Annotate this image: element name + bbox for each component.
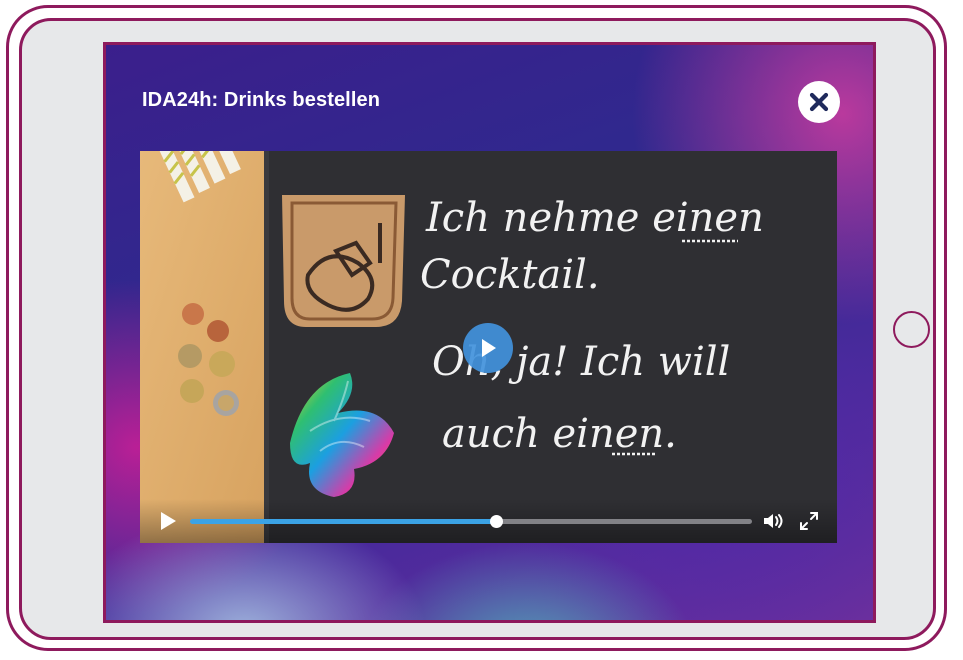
play-icon [161,512,176,530]
progress-bar[interactable] [190,515,752,528]
play-icon [482,339,496,357]
tablet-home-button [893,311,930,348]
chalk-line-1: Ich nehme einen [425,195,764,241]
video-control-bar [140,499,837,543]
video-player[interactable]: Ich nehme einen Cocktail. Oh, ja! Ich wi… [140,151,837,543]
cardboard-glass-image [282,195,405,327]
wooden-table [140,151,268,543]
volume-button[interactable] [762,511,784,531]
progress-handle[interactable] [490,515,504,528]
fullscreen-icon [800,512,818,530]
chalk-line-4: auch einen. [442,411,677,457]
close-icon [809,92,829,112]
progress-fill [190,519,497,524]
play-button[interactable] [158,511,178,531]
modal-screen: IDA24h: Drinks bestellen Ich nehme einen… [103,42,876,623]
center-play-button[interactable] [463,323,513,373]
volume-icon [764,514,783,528]
chalk-line-2: Cocktail. [420,252,600,298]
modal-title: IDA24h: Drinks bestellen [142,89,381,111]
close-button[interactable] [798,81,840,123]
fullscreen-button[interactable] [798,510,820,532]
